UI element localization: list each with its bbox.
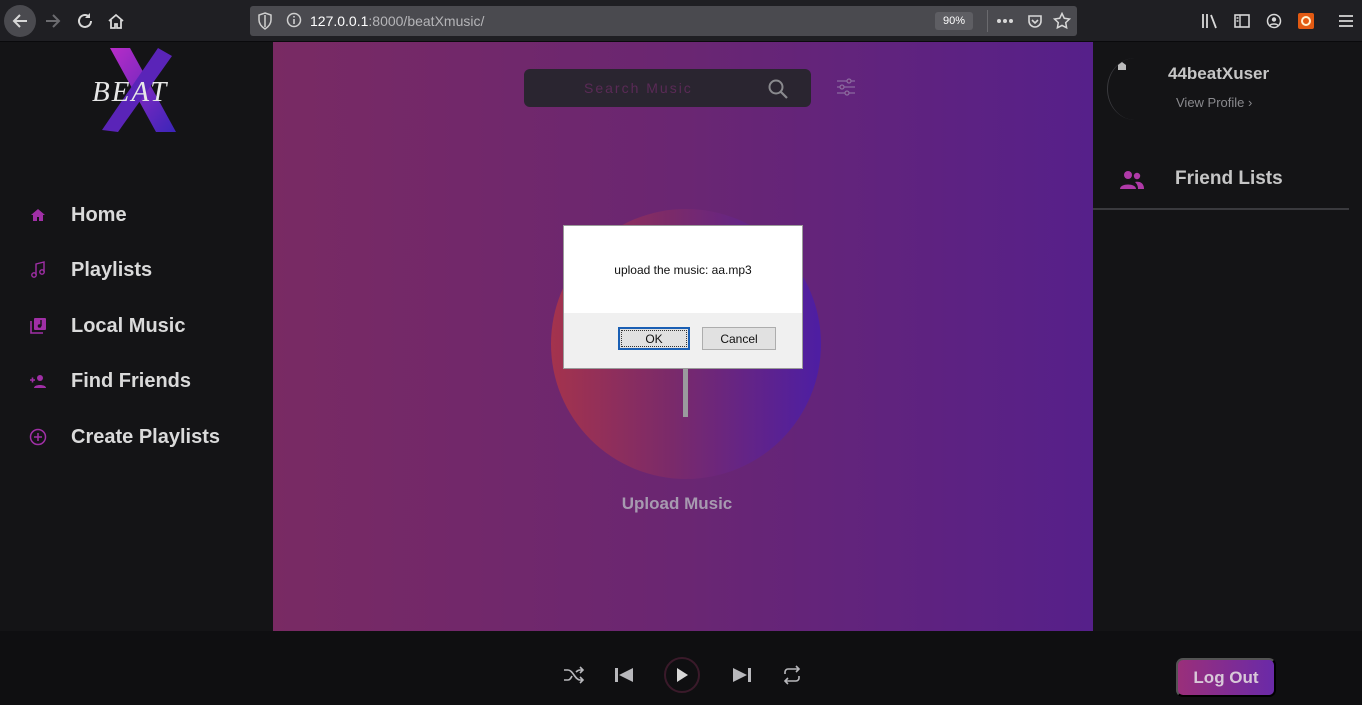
sidebar-item-find-friends[interactable]: Find Friends — [28, 366, 191, 396]
search-input[interactable]: Search Music — [584, 80, 693, 96]
sidebar-item-home[interactable]: Home — [28, 200, 127, 230]
person-add-icon — [28, 371, 48, 391]
bookmark-button[interactable] — [1052, 11, 1072, 31]
account-button[interactable] — [1264, 11, 1284, 31]
search-icon[interactable] — [767, 78, 789, 100]
shuffle-icon — [564, 666, 585, 684]
confirm-dialog: upload the music: aa.mp3 OK Cancel — [563, 225, 803, 369]
sidebar-item-playlists[interactable]: Playlists — [28, 255, 152, 285]
people-icon — [1120, 171, 1144, 189]
url-separator — [987, 10, 988, 32]
extension-button[interactable] — [1296, 11, 1316, 31]
dialog-message-area: upload the music: aa.mp3 — [564, 226, 802, 313]
page-actions-button[interactable] — [995, 11, 1015, 31]
filter-sliders-icon[interactable] — [835, 76, 857, 98]
repeat-icon — [783, 665, 801, 685]
logout-button[interactable]: Log Out — [1176, 658, 1276, 697]
url-text[interactable]: 127.0.0.1:8000/beatXmusic/ — [310, 13, 484, 29]
browser-toolbar: 127.0.0.1:8000/beatXmusic/ 90% — [0, 0, 1362, 42]
address-bar[interactable]: 127.0.0.1:8000/beatXmusic/ 90% — [250, 6, 1077, 36]
profile-panel: 44beatXuser View Profile › Friend Lists — [1093, 42, 1362, 631]
music-note-icon — [28, 260, 48, 280]
reload-icon — [78, 13, 92, 28]
upload-music-label[interactable]: Upload Music — [603, 494, 751, 514]
star-icon — [1053, 12, 1071, 30]
hamburger-icon — [1339, 15, 1353, 27]
sidebar-item-label: Home — [71, 203, 127, 226]
player-bar: Log Out — [0, 631, 1362, 705]
dialog-message: upload the music: aa.mp3 — [614, 263, 752, 277]
info-icon[interactable] — [286, 12, 302, 28]
more-horizontal-icon — [997, 19, 1013, 23]
home-icon — [28, 205, 48, 225]
menu-button[interactable] — [1336, 11, 1356, 31]
library-button[interactable] — [1200, 11, 1220, 31]
url-host: 127.0.0.1 — [310, 13, 369, 29]
forward-button[interactable] — [37, 5, 69, 37]
play-icon — [677, 668, 688, 682]
pocket-button[interactable] — [1025, 11, 1045, 31]
play-button[interactable] — [664, 657, 700, 693]
avatar[interactable] — [1107, 58, 1163, 120]
skip-previous-icon — [615, 668, 633, 682]
previous-button[interactable] — [612, 663, 636, 687]
pocket-icon — [1028, 15, 1042, 28]
account-icon — [1266, 13, 1282, 29]
search-bar[interactable]: Search Music — [524, 69, 811, 107]
arrow-left-icon — [12, 14, 27, 28]
sidebar-item-label: Find Friends — [71, 369, 191, 392]
add-circle-icon — [28, 427, 48, 447]
sidebar-toggle-button[interactable] — [1232, 11, 1252, 31]
logo-text: BEAT — [92, 76, 169, 108]
library-music-icon — [28, 316, 48, 336]
view-profile-link[interactable]: View Profile › — [1176, 95, 1252, 110]
url-path: :8000/beatXmusic/ — [368, 13, 485, 29]
shuffle-button[interactable] — [562, 663, 586, 687]
reload-button[interactable] — [69, 5, 101, 37]
repeat-button[interactable] — [780, 663, 804, 687]
sidebar: BEAT Home Playlists Local Music Find Fri… — [0, 42, 273, 705]
friends-divider — [1093, 208, 1349, 210]
friend-lists-title[interactable]: Friend Lists — [1175, 168, 1283, 190]
sidebar-item-local-music[interactable]: Local Music — [28, 311, 185, 341]
ok-button[interactable]: OK — [618, 327, 690, 350]
upload-arrow-stem — [683, 367, 688, 417]
skip-next-icon — [733, 668, 751, 682]
sidebar-item-label: Playlists — [71, 258, 153, 281]
sidebar-item-label: Local Music — [71, 314, 186, 337]
broken-image-icon — [1118, 62, 1126, 70]
cancel-button[interactable]: Cancel — [702, 327, 776, 350]
username: 44beatXuser — [1168, 64, 1270, 83]
shield-icon[interactable] — [257, 12, 273, 30]
sidebar-icon — [1234, 14, 1250, 28]
home-outline-icon — [108, 13, 124, 29]
sidebar-item-label: Create Playlists — [71, 425, 220, 448]
library-icon — [1202, 14, 1217, 29]
zoom-level-badge[interactable]: 90% — [935, 12, 973, 30]
next-button[interactable] — [730, 663, 754, 687]
sidebar-item-create-playlists[interactable]: Create Playlists — [28, 422, 220, 452]
beatx-logo[interactable]: BEAT — [88, 46, 184, 136]
arrow-right-icon — [46, 14, 61, 28]
back-button[interactable] — [4, 5, 36, 37]
home-button[interactable] — [100, 5, 132, 37]
extension-gear-icon — [1298, 13, 1314, 29]
